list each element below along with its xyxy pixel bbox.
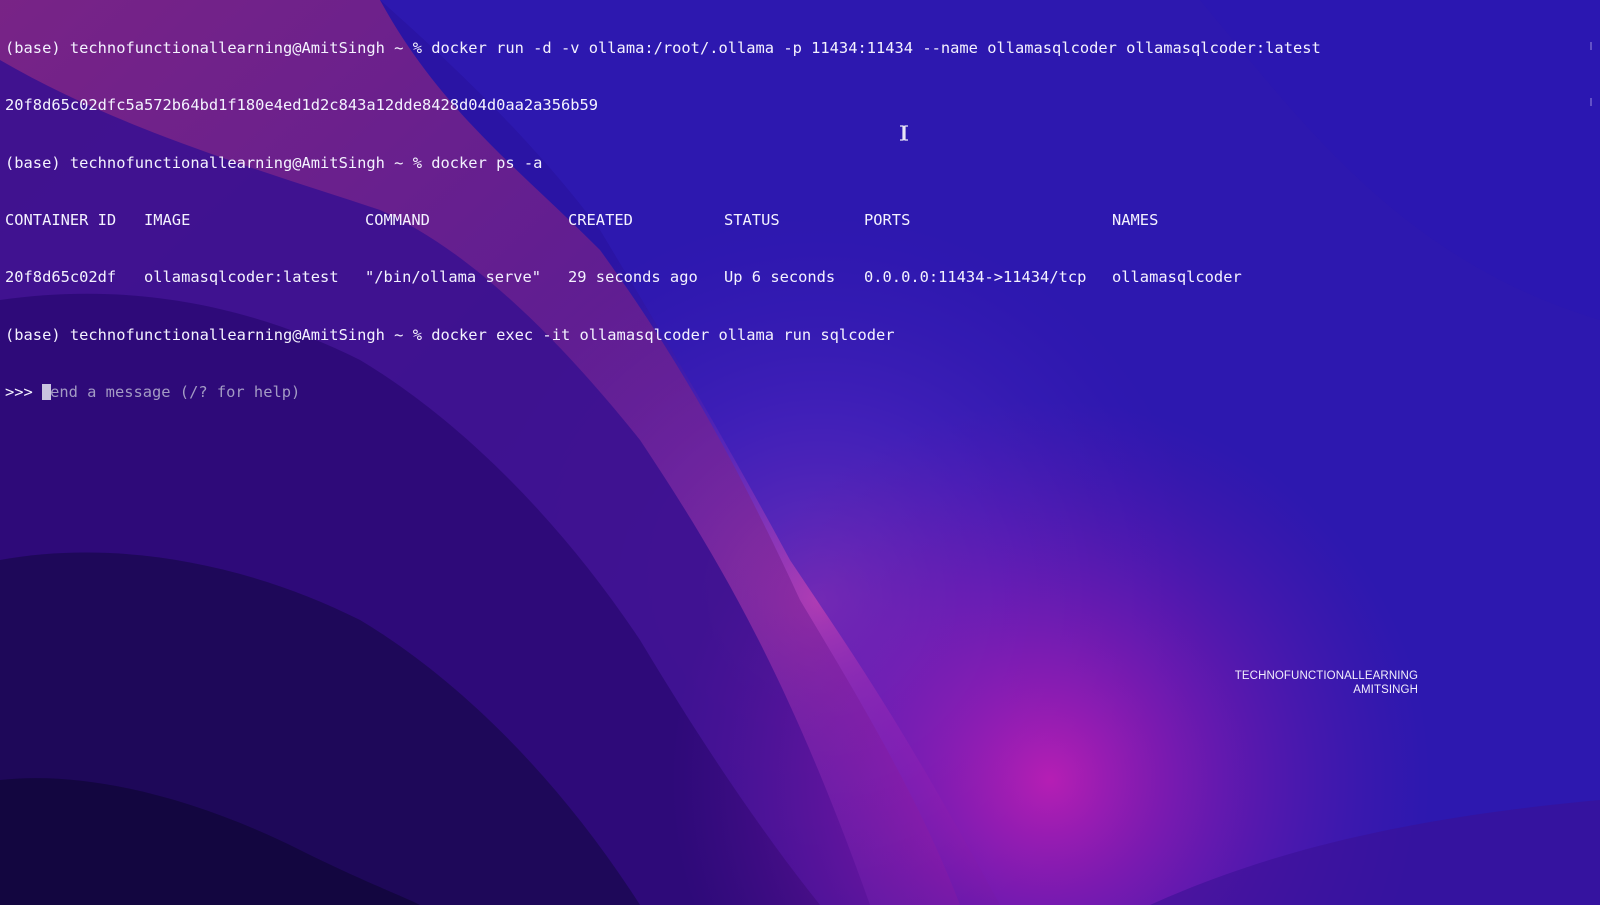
ps-cell-ports: 0.0.0.0:11434->11434/tcp bbox=[864, 268, 1087, 287]
watermark-line-2: AMITSINGH bbox=[1353, 683, 1418, 696]
command-line-docker-run: (base) technofunctionallearning@AmitSing… bbox=[5, 39, 1321, 58]
ps-cell-container-id: 20f8d65c02df bbox=[5, 268, 117, 287]
ollama-prompt-symbol: >>> bbox=[5, 382, 43, 401]
ps-cell-command: "/bin/ollama serve" bbox=[365, 268, 542, 287]
ibeam-cursor-icon bbox=[900, 125, 908, 141]
message-placeholder: end a message (/? for help) bbox=[50, 382, 301, 401]
ps-header-created: CREATED bbox=[568, 211, 633, 230]
ps-header-image: IMAGE bbox=[144, 211, 191, 230]
scroll-marker bbox=[1590, 98, 1592, 106]
terminal-output[interactable]: (base) technofunctionallearning@AmitSing… bbox=[5, 1, 1565, 440]
command-line-docker-ps: (base) technofunctionallearning@AmitSing… bbox=[5, 153, 543, 172]
ps-table-row: 20f8d65c02df ollamasqlcoder:latest "/bin… bbox=[5, 268, 1565, 287]
terminal-window[interactable]: (base) technofunctionallearning@AmitSing… bbox=[0, 0, 1600, 905]
ps-table-header: CONTAINER ID IMAGE COMMAND CREATED STATU… bbox=[5, 211, 1565, 230]
ps-cell-image: ollamasqlcoder:latest bbox=[144, 268, 339, 287]
watermark-line-1: TECHNOFUNCTIONALLEARNING bbox=[1234, 670, 1418, 682]
ps-header-ports: PORTS bbox=[864, 211, 911, 230]
watermark: TECHNOFUNCTIONALLEARNING AMITSINGH bbox=[1235, 670, 1418, 697]
command-line-docker-exec: (base) technofunctionallearning@AmitSing… bbox=[5, 325, 895, 344]
ollama-message-input[interactable]: >>> end a message (/? for help) bbox=[5, 383, 1565, 402]
ps-header-names: NAMES bbox=[1112, 211, 1159, 230]
ps-header-command: COMMAND bbox=[365, 211, 430, 230]
ps-header-container-id: CONTAINER ID bbox=[5, 211, 117, 230]
container-hash-output: 20f8d65c02dfc5a572b64bd1f180e4ed1d2c843a… bbox=[5, 96, 599, 115]
ps-cell-created: 29 seconds ago bbox=[568, 268, 698, 287]
ps-cell-names: ollamasqlcoder bbox=[1112, 268, 1242, 287]
ps-cell-status: Up 6 seconds bbox=[724, 268, 836, 287]
scroll-marker bbox=[1590, 42, 1592, 50]
ps-header-status: STATUS bbox=[724, 211, 780, 230]
